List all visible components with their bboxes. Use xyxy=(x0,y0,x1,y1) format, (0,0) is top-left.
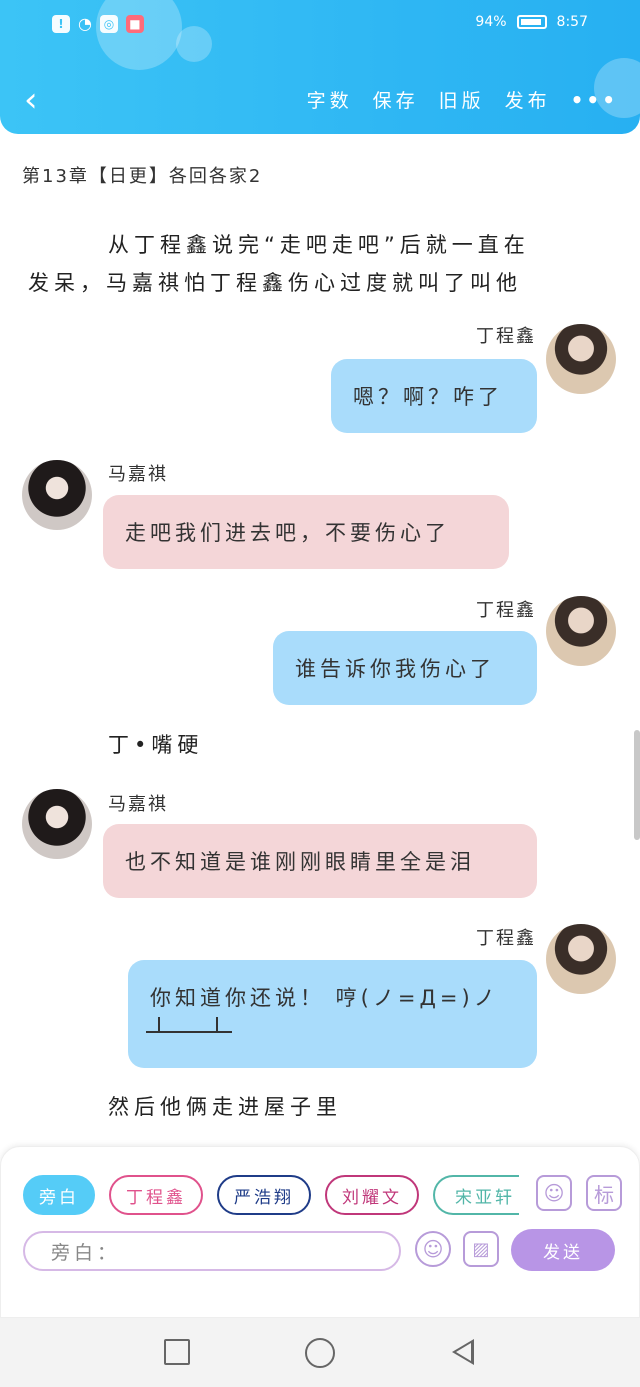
emoji-icon[interactable]: ☺ xyxy=(415,1231,451,1267)
narration: 然后他俩走进屋子里 xyxy=(108,1095,342,1119)
sim-alert-icon: ! xyxy=(52,14,70,33)
speaker-name: 丁程鑫 xyxy=(476,600,536,621)
system-nav-bar xyxy=(0,1318,640,1387)
status-bar: ! ◔ ◎ ■ 94% 8:57 xyxy=(0,14,640,38)
chat-bubble[interactable]: 也不知道是谁刚刚眼睛里全是泪 xyxy=(103,824,537,898)
avatar[interactable] xyxy=(22,789,92,859)
globe-icon: ◎ xyxy=(99,14,118,33)
wifi-icon: ◔ xyxy=(78,14,92,33)
narration-line: 发呆，马嘉祺怕丁程鑫伤心过度就叫了叫他 xyxy=(28,271,522,295)
speaker-name: 丁程鑫 xyxy=(476,326,536,347)
role-chip-narrator[interactable]: 旁白 xyxy=(23,1175,95,1215)
speaker-name: 马嘉祺 xyxy=(108,464,168,485)
chat-bubble[interactable]: 走吧我们进去吧，不要伤心了 xyxy=(103,495,509,569)
tag-icon[interactable]: 标 xyxy=(586,1175,622,1211)
battery-icon xyxy=(516,15,547,29)
chat-bubble[interactable]: 你知道你还说！ 哼(ノ=Д=)ノ xyxy=(128,960,537,1068)
character-icon[interactable]: ☺ xyxy=(536,1175,572,1211)
story-content[interactable]: 第13章【日更】各回各家2 从丁程鑫说完“走吧走吧”后就一直在 发呆，马嘉祺怕丁… xyxy=(0,134,640,1146)
word-count-button[interactable]: 字数 xyxy=(307,86,353,113)
home-icon[interactable] xyxy=(305,1338,335,1368)
role-chip[interactable]: 刘耀文 xyxy=(325,1175,419,1215)
back-triangle-icon[interactable] xyxy=(452,1339,474,1365)
recents-icon[interactable] xyxy=(164,1339,190,1365)
narration: 从丁程鑫说完“走吧走吧”后就一直在 发呆，马嘉祺怕丁程鑫伤心过度就叫了叫他 xyxy=(28,226,608,302)
save-button[interactable]: 保存 xyxy=(373,86,419,113)
header-toolbar: 字数 保存 旧版 发布 ••• xyxy=(307,86,618,113)
role-chip[interactable]: 丁程鑫 xyxy=(109,1175,203,1215)
app-notification-icon: ■ xyxy=(125,14,144,33)
ascii-table-drawing xyxy=(146,1015,232,1033)
compose-panel: 旁白 丁程鑫 严浩翔 刘耀文 宋亚轩 ☺ 标 旁白： ☺ ▨ 发送 xyxy=(0,1146,640,1318)
clock: 8:57 xyxy=(556,14,588,30)
narration: 丁•嘴硬 xyxy=(108,733,204,757)
image-icon[interactable]: ▨ xyxy=(463,1231,499,1267)
chapter-title: 第13章【日更】各回各家2 xyxy=(22,166,263,187)
send-button[interactable]: 发送 xyxy=(511,1229,615,1271)
scrollbar[interactable] xyxy=(634,730,640,840)
app-header: ! ◔ ◎ ■ 94% 8:57 ‹ 字数 保存 旧版 发布 ••• xyxy=(0,0,640,134)
avatar[interactable] xyxy=(546,324,616,394)
narration-line: 从丁程鑫说完“走吧走吧”后就一直在 xyxy=(108,233,530,257)
battery-percent: 94% xyxy=(475,14,507,30)
message-input[interactable]: 旁白： xyxy=(23,1231,401,1271)
publish-button[interactable]: 发布 xyxy=(505,86,551,113)
avatar[interactable] xyxy=(546,924,616,994)
avatar[interactable] xyxy=(22,460,92,530)
more-icon[interactable]: ••• xyxy=(571,88,618,112)
chat-bubble[interactable]: 嗯？啊？咋了 xyxy=(331,359,537,433)
chevron-left-icon: ‹ xyxy=(24,80,38,120)
avatar[interactable] xyxy=(546,596,616,666)
back-button[interactable]: ‹ xyxy=(24,82,52,118)
chat-bubble[interactable]: 谁告诉你我伤心了 xyxy=(273,631,537,705)
role-chip[interactable]: 宋亚轩 xyxy=(433,1175,519,1215)
role-chip[interactable]: 严浩翔 xyxy=(217,1175,311,1215)
speaker-name: 马嘉祺 xyxy=(108,794,168,815)
chat-bubble-text: 你知道你还说！ 哼(ノ=Д=)ノ xyxy=(150,986,499,1010)
old-version-button[interactable]: 旧版 xyxy=(439,86,485,113)
speaker-name: 丁程鑫 xyxy=(476,928,536,949)
